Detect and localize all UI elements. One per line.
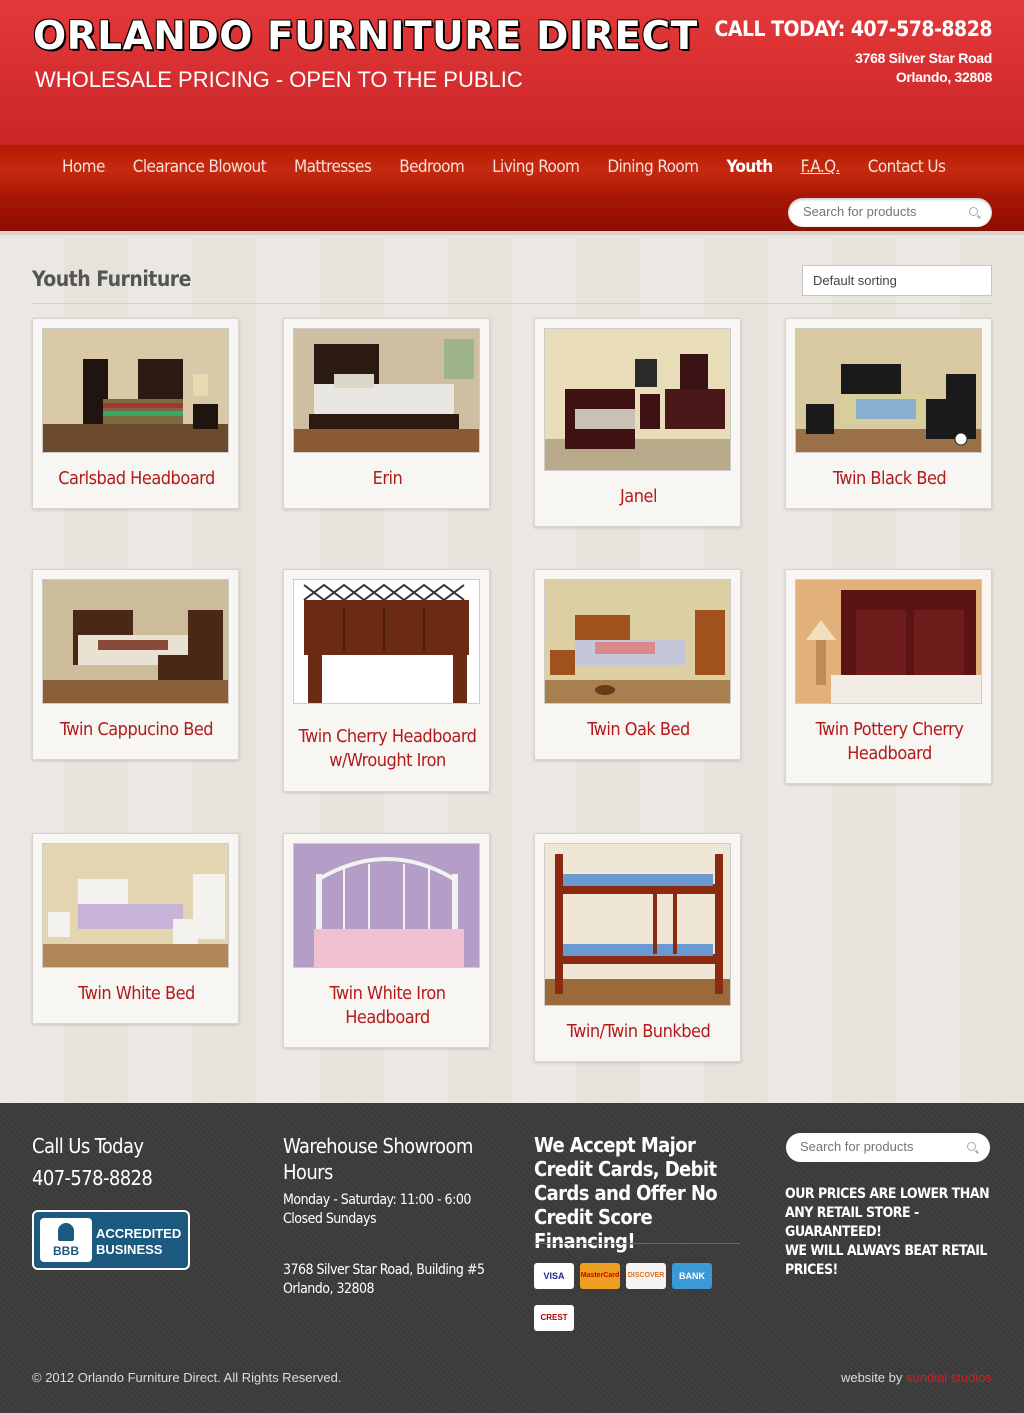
product-image-twin-pottery-cherry-headboard[interactable]: [795, 579, 982, 704]
product-name[interactable]: Twin/Twin Bunkbed: [539, 1020, 738, 1044]
footer-promo-lower-prices: OUR PRICES ARE LOWER THAN ANY RETAIL STO…: [785, 1186, 990, 1240]
product-name[interactable]: Twin White Iron Headboard: [288, 982, 487, 1030]
nav-item-bedroom[interactable]: Bedroom: [385, 157, 478, 177]
product-card[interactable]: Twin White Iron Headboard: [283, 833, 490, 1048]
footer-hours-heading: Warehouse Showroom Hours: [283, 1134, 473, 1184]
site-logo-title[interactable]: ORLANDO FURNITURE DIRECT: [33, 14, 698, 59]
nav-item-clearance-blowout[interactable]: Clearance Blowout: [119, 157, 280, 177]
site-tagline: WHOLESALE PRICING - OPEN TO THE PUBLIC: [35, 67, 523, 92]
site-footer: Call Us Today 407-578-8828 BBB ACCREDITE…: [0, 1103, 1024, 1413]
bbb-text-accredited: ACCREDITED: [96, 1226, 182, 1241]
visa-icon: VISA: [534, 1263, 574, 1289]
product-name[interactable]: Twin Black Bed: [790, 467, 989, 491]
product-name[interactable]: Twin Oak Bed: [539, 718, 738, 742]
footer-hours-sunday: Closed Sundays: [283, 1211, 377, 1227]
product-card[interactable]: Erin: [283, 318, 490, 509]
product-image-twin-twin-bunkbed[interactable]: [544, 843, 731, 1006]
footer-call-phone[interactable]: 407-578-8828: [32, 1165, 252, 1191]
product-image-carlsbad-headboard[interactable]: [42, 328, 229, 453]
product-card[interactable]: Janel: [534, 318, 741, 527]
product-card[interactable]: Twin White Bed: [32, 833, 239, 1024]
product-card[interactable]: Twin Pottery Cherry Headboard: [785, 569, 992, 784]
product-card[interactable]: Carlsbad Headboard: [32, 318, 239, 509]
product-card[interactable]: Twin Oak Bed: [534, 569, 741, 760]
product-image-twin-white-iron-headboard[interactable]: [293, 843, 480, 968]
product-image-janel[interactable]: [544, 328, 731, 471]
nav-item-mattresses[interactable]: Mattresses: [280, 157, 385, 177]
footer-promo-beat-retail: WE WILL ALWAYS BEAT RETAIL PRICES!: [785, 1243, 987, 1278]
bank-card-icon: BANK: [672, 1263, 712, 1289]
product-image-twin-white-bed[interactable]: [42, 843, 229, 968]
footer-call-heading: Call Us Today: [32, 1134, 144, 1158]
nav-item-dining-room[interactable]: Dining Room: [593, 157, 712, 177]
bbb-text-business: BUSINESS: [96, 1242, 163, 1257]
product-card[interactable]: Twin Cherry Headboard w/Wrought Iron: [283, 569, 490, 792]
crest-financing-icon: CREST: [534, 1305, 574, 1331]
footer-search-input[interactable]: [800, 1139, 960, 1154]
sorting-select[interactable]: Default sorting: [802, 265, 992, 296]
header-search-input[interactable]: [803, 204, 963, 219]
title-divider: [32, 303, 992, 304]
nav-item-living-room[interactable]: Living Room: [478, 157, 593, 177]
product-card[interactable]: Twin Black Bed: [785, 318, 992, 509]
product-image-twin-cappucino-bed[interactable]: [42, 579, 229, 704]
product-image-twin-black-bed[interactable]: [795, 328, 982, 453]
product-name[interactable]: Twin Pottery Cherry Headboard: [790, 718, 989, 766]
nav-menu: Home Clearance Blowout Mattresses Bedroo…: [48, 157, 959, 177]
footer-credit-divider: [534, 1243, 740, 1244]
nav-item-faq[interactable]: F.A.Q.: [787, 157, 854, 177]
footer-address-city: Orlando, 32808: [283, 1281, 375, 1297]
bbb-seal-icon: BBB: [40, 1218, 92, 1262]
footer-search-box: [786, 1133, 990, 1162]
product-name[interactable]: Twin Cherry Headboard w/Wrought Iron: [288, 725, 487, 773]
site-credit-link[interactable]: sundial studios: [906, 1370, 992, 1385]
header-address-city: Orlando, 32808: [895, 69, 992, 85]
product-name[interactable]: Twin Cappucino Bed: [37, 718, 236, 742]
site-header: ORLANDO FURNITURE DIRECT WHOLESALE PRICI…: [0, 0, 1024, 145]
product-image-erin[interactable]: [293, 328, 480, 453]
product-name[interactable]: Carlsbad Headboard: [37, 467, 236, 491]
main-content: Youth Furniture Default sorting Carlsbad…: [0, 239, 1024, 1103]
bbb-accredited-badge[interactable]: BBB ACCREDITED BUSINESS: [32, 1210, 190, 1270]
product-image-twin-cherry-headboard[interactable]: [293, 579, 480, 704]
site-credit-prefix: website by: [840, 1370, 903, 1385]
product-name[interactable]: Erin: [288, 467, 487, 491]
discover-icon: DISCOVER: [626, 1263, 666, 1289]
search-icon[interactable]: [969, 207, 978, 216]
nav-item-contact-us[interactable]: Contact Us: [854, 157, 960, 177]
product-name[interactable]: Janel: [539, 485, 738, 509]
header-address-street: 3768 Silver Star Road: [855, 50, 992, 66]
product-card[interactable]: Twin Cappucino Bed: [32, 569, 239, 760]
copyright-text: © 2012 Orlando Furniture Direct. All Rig…: [32, 1370, 342, 1385]
footer-credit-heading: We Accept Major Credit Cards, Debit Card…: [534, 1133, 718, 1253]
bbb-badge-text: ACCREDITED BUSINESS: [96, 1226, 181, 1258]
nav-item-home[interactable]: Home: [48, 157, 119, 177]
nav-item-youth[interactable]: Youth: [712, 157, 786, 177]
header-search-box: [788, 198, 992, 227]
product-image-twin-oak-bed[interactable]: [544, 579, 731, 704]
call-today-phone[interactable]: CALL TODAY: 407-578-8828: [714, 17, 992, 41]
product-name[interactable]: Twin White Bed: [37, 982, 236, 1006]
footer-hours-weekdays: Monday - Saturday: 11:00 - 6:00: [283, 1192, 471, 1208]
site-credit: website by sundial studios: [841, 1370, 992, 1385]
search-icon[interactable]: [967, 1142, 976, 1151]
page-title: Youth Furniture: [32, 267, 191, 291]
footer-address-street: 3768 Silver Star Road, Building #5: [283, 1262, 485, 1278]
main-nav: Home Clearance Blowout Mattresses Bedroo…: [0, 145, 1024, 235]
product-card[interactable]: Twin/Twin Bunkbed: [534, 833, 741, 1062]
mastercard-icon: MasterCard: [580, 1263, 620, 1289]
